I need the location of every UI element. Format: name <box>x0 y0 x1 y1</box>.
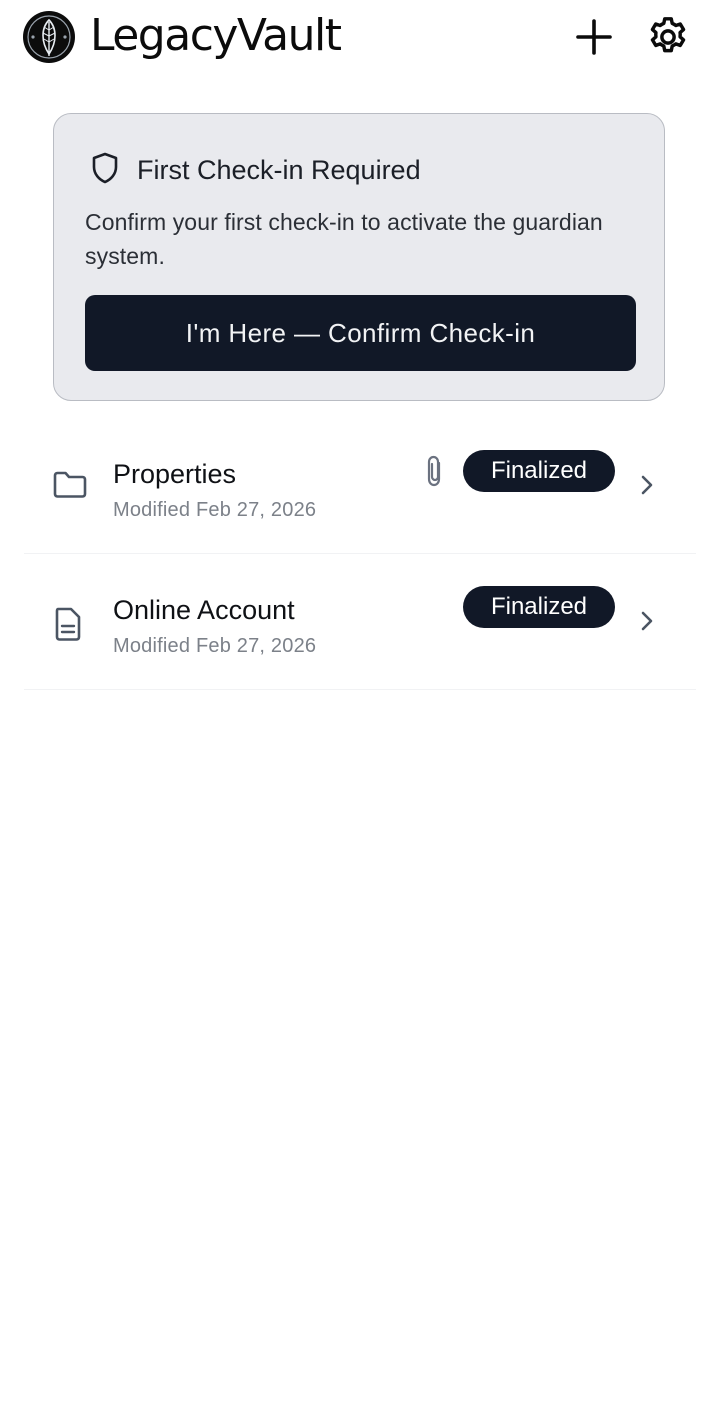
status-badge: Finalized <box>463 586 615 628</box>
confirm-checkin-button[interactable]: I'm Here — Confirm Check-in <box>85 295 636 371</box>
item-title: Online Account <box>113 595 295 625</box>
settings-button[interactable] <box>643 12 693 62</box>
document-icon <box>52 606 84 647</box>
checkin-card: First Check-in Required Confirm your fir… <box>53 113 665 401</box>
chevron-right-icon <box>638 474 656 501</box>
checkin-title: First Check-in Required <box>137 155 421 185</box>
item-title: Properties <box>113 459 237 489</box>
gear-icon <box>650 17 686 53</box>
chevron-right-icon <box>638 610 656 637</box>
folder-icon <box>52 468 88 505</box>
status-badge: Finalized <box>463 450 615 492</box>
item-modified-date: Modified Feb 27, 2026 <box>113 635 317 657</box>
vault-item-properties[interactable]: Properties Modified Feb 27, 2026 Finaliz… <box>24 418 696 554</box>
shield-icon <box>91 152 119 189</box>
feather-logo-icon <box>22 10 76 64</box>
app-title: LegacyVault <box>90 10 342 61</box>
item-modified-date: Modified Feb 27, 2026 <box>113 499 317 521</box>
vault-item-online-account[interactable]: Online Account Modified Feb 27, 2026 Fin… <box>24 554 696 690</box>
app-header: LegacyVault <box>0 0 720 80</box>
add-button[interactable] <box>569 12 619 62</box>
list-divider <box>24 689 696 690</box>
checkin-message: Confirm your first check-in to activate … <box>85 209 603 269</box>
paperclip-icon <box>424 454 446 493</box>
plus-icon <box>576 19 612 55</box>
